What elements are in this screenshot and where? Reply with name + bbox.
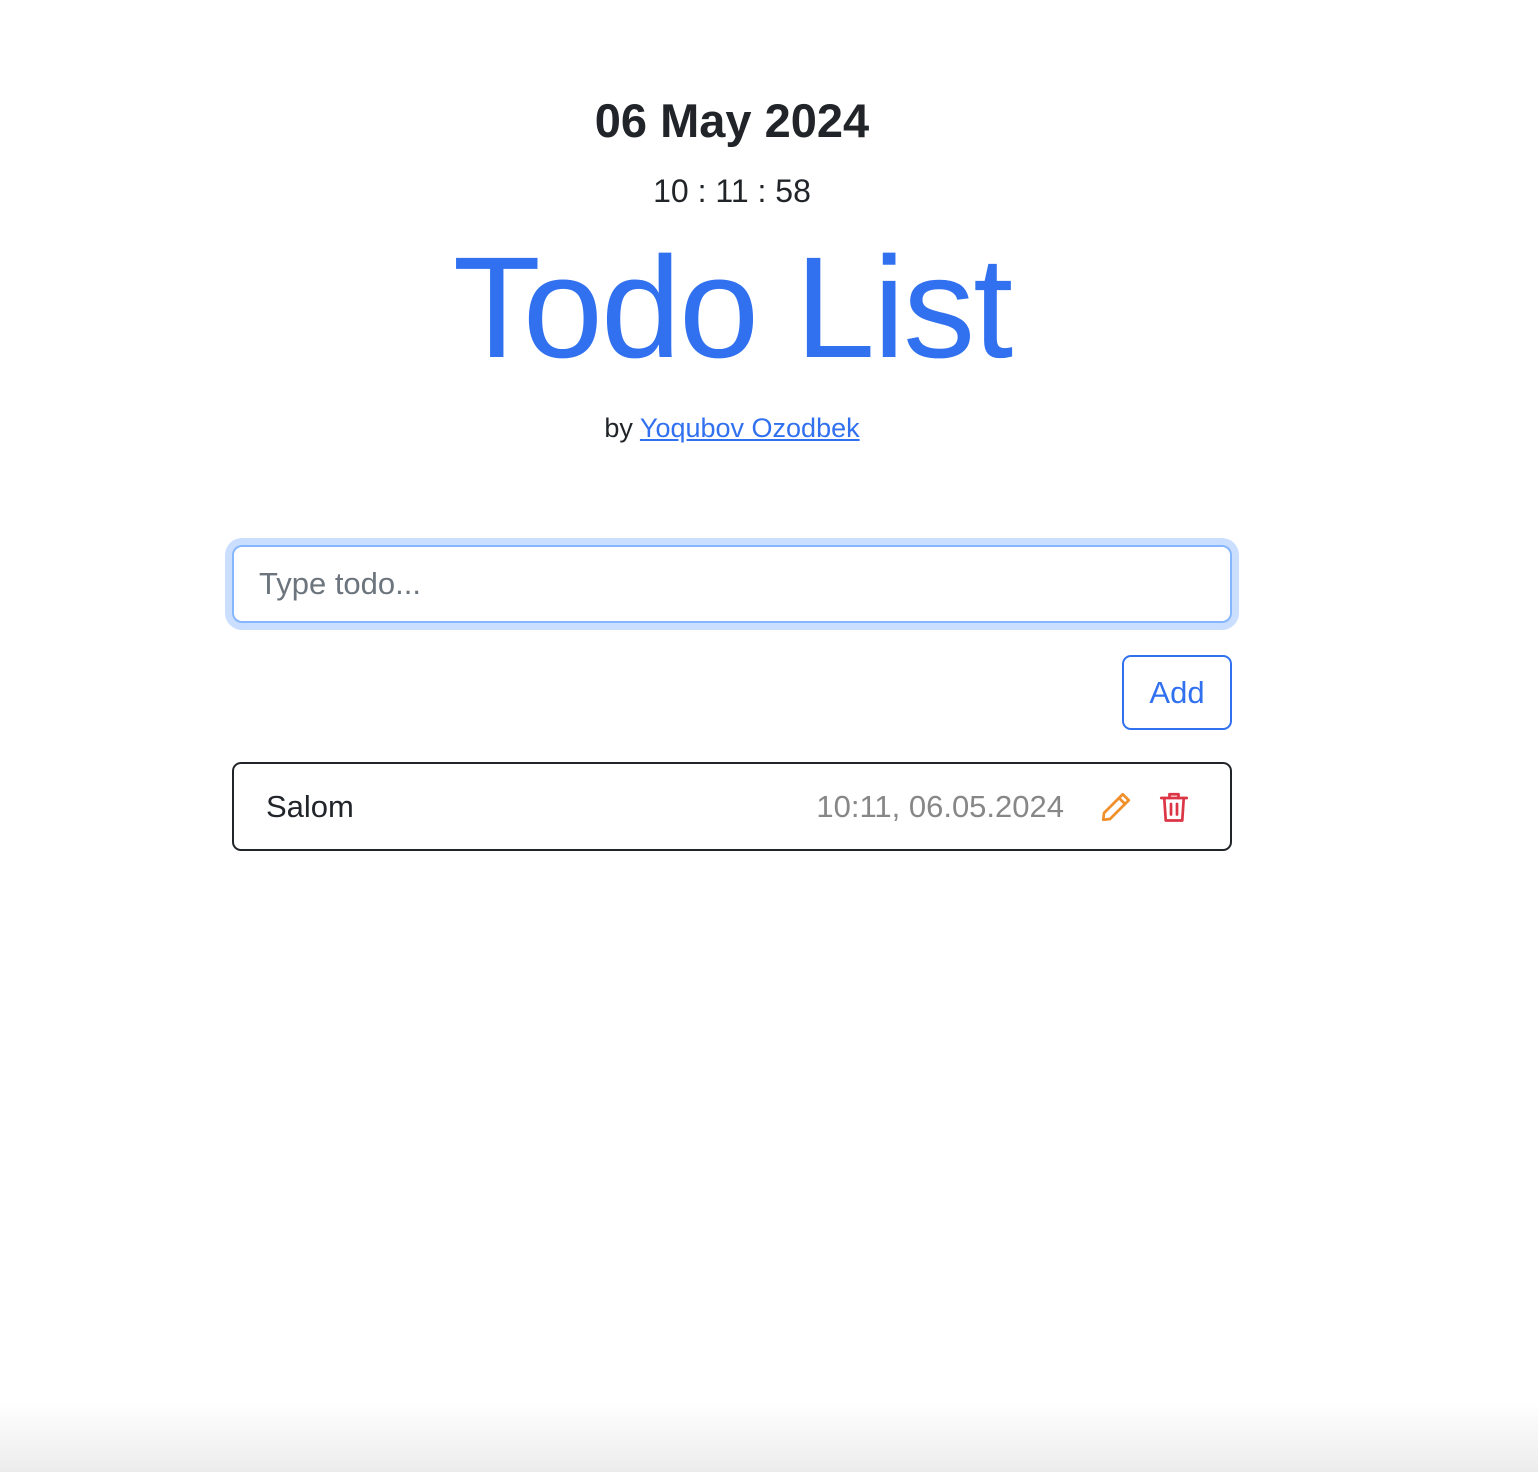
trash-icon[interactable] xyxy=(1154,787,1194,827)
pencil-icon[interactable] xyxy=(1096,787,1136,827)
todo-text: Salom xyxy=(266,788,354,824)
todo-input[interactable] xyxy=(232,545,1232,623)
todo-item: Salom 10:11, 06.05.2024 xyxy=(232,762,1232,851)
bottom-fade xyxy=(0,1402,1538,1472)
author-link[interactable]: Yoqubov Ozodbek xyxy=(640,413,860,443)
current-time: 10 : 11 : 58 xyxy=(653,173,811,209)
current-date: 06 May 2024 xyxy=(594,94,870,147)
add-button[interactable]: Add xyxy=(1122,655,1232,730)
byline-prefix: by xyxy=(604,413,633,443)
todo-timestamp: 10:11, 06.05.2024 xyxy=(816,788,1064,824)
byline: by Yoqubov Ozodbek xyxy=(232,410,1232,446)
page-title: Todo List xyxy=(452,227,1013,388)
